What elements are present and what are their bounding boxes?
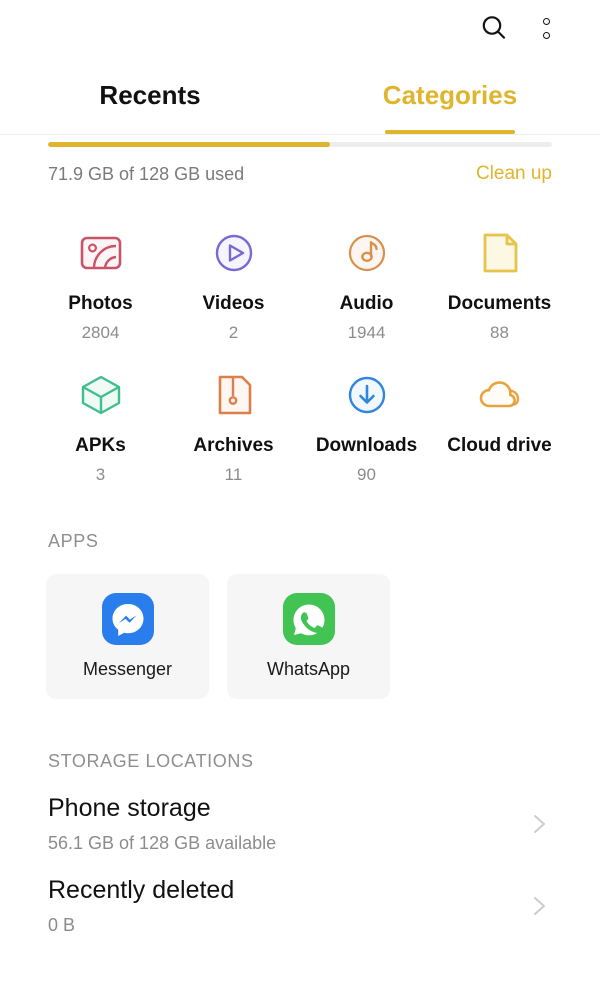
downloads-icon-wrapper xyxy=(341,365,393,425)
photos-icon xyxy=(80,236,121,270)
tab-recents[interactable]: Recents xyxy=(0,56,300,134)
apks-icon-wrapper xyxy=(75,365,127,425)
category-label: Audio xyxy=(339,293,394,314)
videos-icon xyxy=(215,234,252,272)
videos-icon-wrapper xyxy=(208,223,260,283)
category-count: 3 xyxy=(95,465,106,484)
location-subtitle: 0 B xyxy=(48,915,76,935)
location-title: Recently deleted xyxy=(48,876,235,904)
chevron-right-icon[interactable] xyxy=(526,811,552,837)
category-label: Archives xyxy=(193,435,274,456)
top-app-bar xyxy=(0,0,600,56)
category-item-documents[interactable]: Documents 88 xyxy=(433,223,566,343)
app-name-label: Messenger xyxy=(82,659,173,679)
category-item-downloads[interactable]: Downloads 90 xyxy=(300,365,433,485)
file-manager-screen: Recents Categories 71.9 GB of 128 GB use… xyxy=(0,0,600,1000)
documents-icon xyxy=(483,233,517,273)
cloud-drive-icon-wrapper xyxy=(474,365,526,425)
apps-section: APPS Messenger WhatsApp xyxy=(0,531,600,699)
tab-bar: Recents Categories xyxy=(0,56,600,134)
storage-locations-title: STORAGE LOCATIONS xyxy=(48,751,254,771)
whatsapp-icon-wrapper xyxy=(282,593,335,645)
category-item-photos[interactable]: Photos 2804 xyxy=(34,223,167,343)
location-text: Recently deleted 0 B xyxy=(48,876,234,936)
storage-summary-row: 71.9 GB of 128 GB used Clean up xyxy=(48,163,552,185)
app-card-messenger[interactable]: Messenger xyxy=(46,574,209,699)
more-options-button[interactable] xyxy=(520,2,572,54)
storage-used-text: 71.9 GB of 128 GB used xyxy=(48,163,245,184)
messenger-icon-wrapper xyxy=(101,593,154,645)
category-count: 88 xyxy=(490,323,509,342)
category-label: Videos xyxy=(202,293,265,314)
audio-icon xyxy=(348,234,385,272)
category-item-audio[interactable]: Audio 1944 xyxy=(300,223,433,343)
clean-up-button[interactable]: Clean up xyxy=(476,163,552,185)
apps-row: Messenger WhatsApp xyxy=(0,574,600,699)
category-grid: Photos 2804 Videos 2 Audio 1944 Documents 88 APK… xyxy=(0,223,600,485)
cloud-drive-icon xyxy=(479,381,519,408)
messenger-icon xyxy=(101,593,154,645)
tab-active-indicator xyxy=(385,130,515,134)
location-subtitle: 56.1 GB of 128 GB available xyxy=(48,833,277,853)
category-count: 2804 xyxy=(81,323,120,342)
menu-dot xyxy=(542,17,550,25)
category-label: APKs xyxy=(75,435,126,456)
tab-categories[interactable]: Categories xyxy=(300,56,600,134)
category-count: 1944 xyxy=(347,323,386,342)
storage-location-row-phone-storage[interactable]: Phone storage 56.1 GB of 128 GB available xyxy=(0,794,600,854)
documents-icon-wrapper xyxy=(474,223,526,283)
storage-location-row-recently-deleted[interactable]: Recently deleted 0 B xyxy=(0,876,600,936)
category-label: Downloads xyxy=(315,435,418,456)
downloads-icon xyxy=(348,376,385,414)
search-button[interactable] xyxy=(468,2,520,54)
apps-section-title: APPS xyxy=(48,531,99,551)
chevron-right-icon[interactable] xyxy=(526,893,552,919)
app-card-whatsapp[interactable]: WhatsApp xyxy=(227,574,390,699)
storage-locations-section: STORAGE LOCATIONS Phone storage 56.1 GB o… xyxy=(0,751,600,936)
archives-icon-wrapper xyxy=(208,365,260,425)
archives-icon xyxy=(218,375,251,415)
storage-summary: 71.9 GB of 128 GB used Clean up xyxy=(0,135,600,185)
category-item-apks[interactable]: APKs 3 xyxy=(34,365,167,485)
category-label: Cloud drive xyxy=(447,435,552,456)
photos-icon-wrapper xyxy=(75,223,127,283)
category-count: 11 xyxy=(224,465,243,484)
tab-recents-label: Recents xyxy=(99,79,201,110)
tab-categories-label: Categories xyxy=(382,79,518,110)
whatsapp-icon xyxy=(282,593,335,645)
app-name-label: WhatsApp xyxy=(266,659,351,679)
category-item-videos[interactable]: Videos 2 xyxy=(167,223,300,343)
category-label: Documents xyxy=(447,293,552,314)
location-title: Phone storage xyxy=(48,794,211,822)
category-item-cloud-drive[interactable]: Cloud drive xyxy=(433,365,566,485)
search-icon xyxy=(482,16,506,39)
location-text: Phone storage 56.1 GB of 128 GB available xyxy=(48,794,276,854)
audio-icon-wrapper xyxy=(341,223,393,283)
storage-progress-fill xyxy=(48,142,331,147)
category-count: 90 xyxy=(357,465,376,484)
menu-dot xyxy=(542,31,550,39)
category-label: Photos xyxy=(68,293,133,314)
storage-progress-bar xyxy=(48,142,552,147)
apks-icon xyxy=(81,375,120,415)
category-item-archives[interactable]: Archives 11 xyxy=(167,365,300,485)
storage-locations-list: Phone storage 56.1 GB of 128 GB available… xyxy=(0,794,600,936)
more-options-icon xyxy=(542,17,550,39)
category-count: 2 xyxy=(228,323,239,342)
